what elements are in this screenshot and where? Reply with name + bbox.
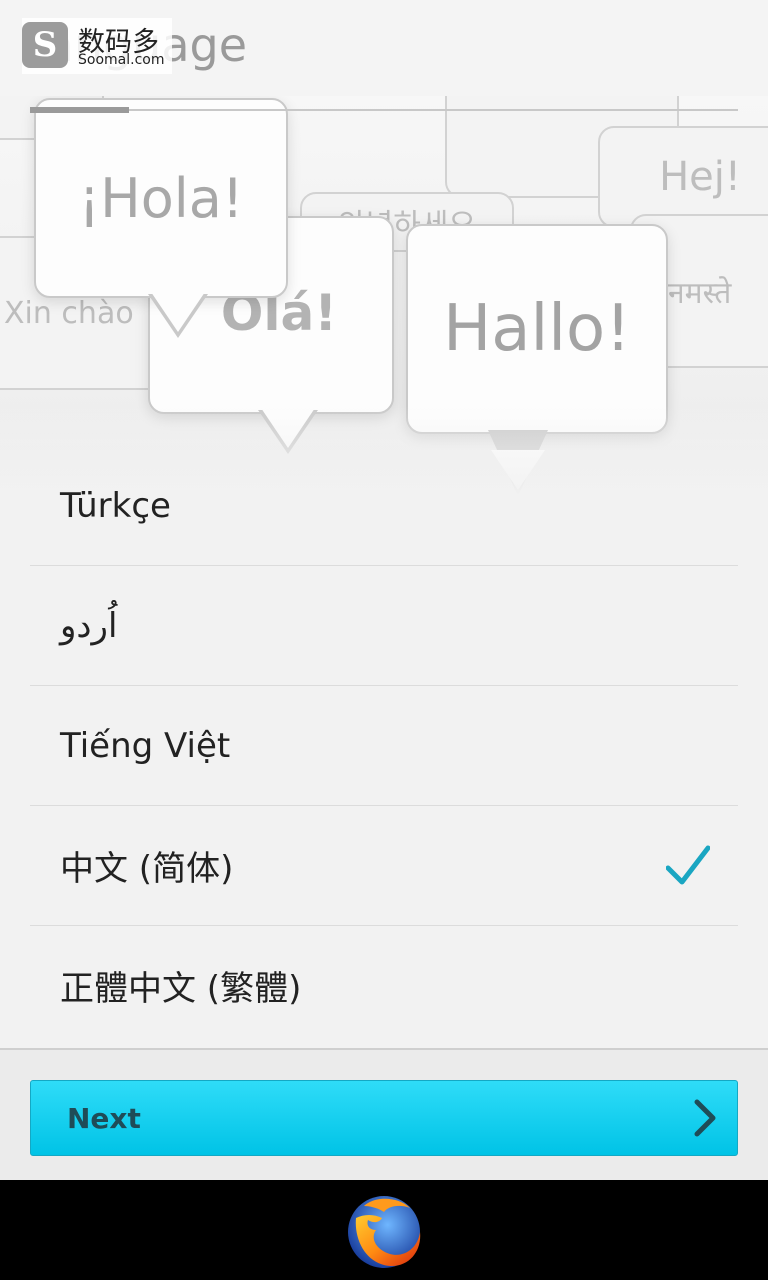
header: Language S 数码多 Soomal.com [0,0,768,100]
progress-bar [30,107,738,113]
greeting-xin-chao: Xin chào [4,295,134,331]
watermark-en-text: Soomal.com [78,52,165,68]
soomal-watermark: S 数码多 Soomal.com [22,18,172,74]
greetings-banner: Hello! Hej! Xin chào 안녕하세요 नमस्ते Olá! ¡… [0,96,768,496]
language-label: اُردو [60,605,118,646]
speech-bubble: Hej! [598,126,768,228]
speech-bubble-hola: ¡Hola! [34,98,288,298]
next-button-label: Next [67,1101,141,1135]
next-button[interactable]: Next [30,1080,738,1156]
language-label: Tiếng Việt [60,725,231,766]
progress-fill [30,107,130,113]
language-item[interactable]: Tiếng Việt [30,686,738,806]
greeting-hallo: Hallo! [443,292,631,366]
language-list: Türkçe اُردو Tiếng Việt 中文 (简体) 正體中文 (繁體… [30,446,738,1045]
speech-bubble-hallo: Hallo! [406,224,668,434]
chevron-right-icon [694,1099,716,1137]
soomal-logo-icon: S [22,22,68,68]
bubble-tail [148,292,208,338]
firefox-logo-icon[interactable] [340,1188,428,1276]
language-label: 正體中文 (繁體) [60,969,302,1009]
language-label: Türkçe [60,485,171,526]
greeting-hello: Hello! [497,96,626,106]
greeting-hej: Hej! [659,154,741,200]
footer: Next [0,1048,768,1182]
greeting-namaste: नमस्ते [668,275,732,311]
language-item-selected[interactable]: 中文 (简体) [30,806,738,926]
language-item[interactable]: 正體中文 (繁體) [30,926,738,1045]
system-bar [0,1180,768,1280]
language-item[interactable]: Türkçe [30,446,738,566]
language-item[interactable]: اُردو [30,566,738,686]
language-label: 中文 (简体) [60,849,234,889]
checkmark-icon [666,845,710,885]
greeting-hola: ¡Hola! [78,166,244,230]
